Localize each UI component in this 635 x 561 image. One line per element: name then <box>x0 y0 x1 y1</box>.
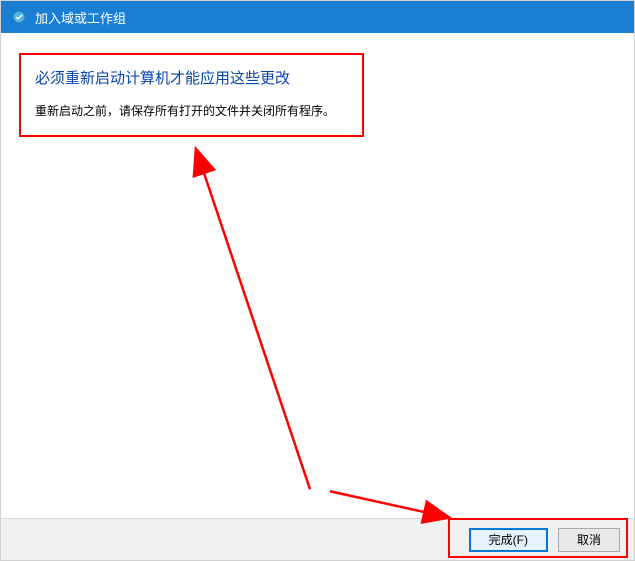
annotation-highlight-top: 必须重新启动计算机才能应用这些更改 重新启动之前，请保存所有打开的文件并关闭所有… <box>19 53 364 137</box>
app-icon <box>11 9 27 25</box>
cancel-button[interactable]: 取消 <box>558 528 620 552</box>
restart-heading: 必须重新启动计算机才能应用这些更改 <box>35 67 348 88</box>
content-area: 必须重新启动计算机才能应用这些更改 重新启动之前，请保存所有打开的文件并关闭所有… <box>1 33 634 518</box>
dialog-window: 加入域或工作组 必须重新启动计算机才能应用这些更改 重新启动之前，请保存所有打开… <box>0 0 635 561</box>
finish-button[interactable]: 完成(F) <box>469 528 548 552</box>
restart-body: 重新启动之前，请保存所有打开的文件并关闭所有程序。 <box>35 102 348 119</box>
button-bar: 完成(F) 取消 <box>1 518 634 560</box>
window-title: 加入域或工作组 <box>35 8 126 27</box>
titlebar: 加入域或工作组 <box>1 1 634 33</box>
